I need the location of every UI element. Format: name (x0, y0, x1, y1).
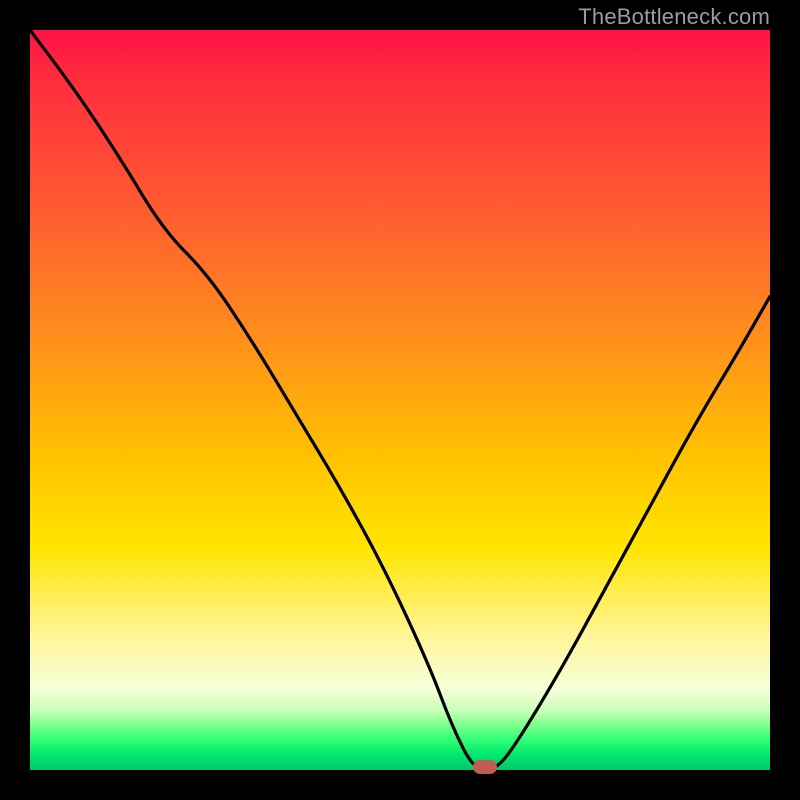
plot-area (30, 30, 770, 770)
optimal-marker (473, 760, 497, 774)
chart-frame: TheBottleneck.com (0, 0, 800, 800)
watermark-text: TheBottleneck.com (578, 4, 770, 30)
bottleneck-curve (30, 30, 770, 770)
